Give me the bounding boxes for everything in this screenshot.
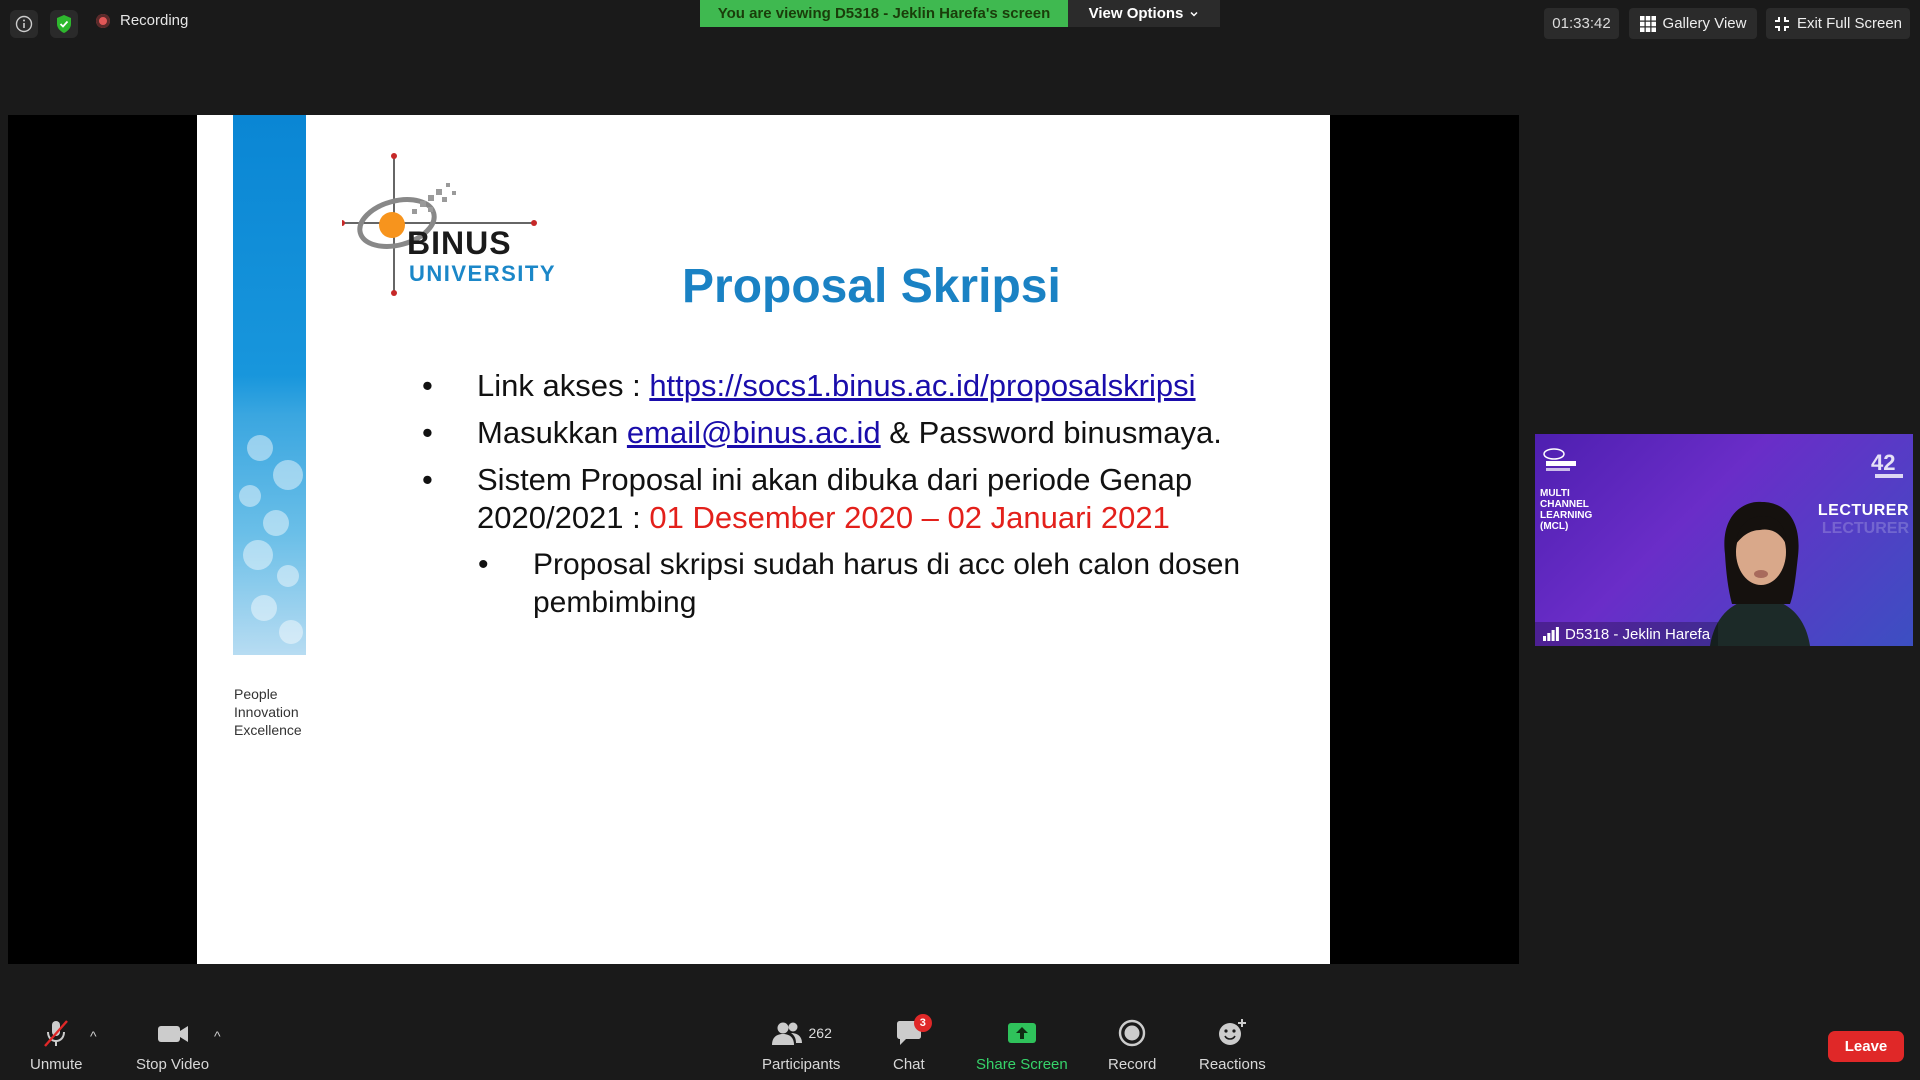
microphone-muted-icon xyxy=(44,1020,69,1047)
participant-video-tile[interactable]: MULTI CHANNEL LEARNING (MCL) 42 LECTURER… xyxy=(1535,434,1913,646)
stop-video-label: Stop Video xyxy=(136,1056,210,1073)
share-screen-label: Share Screen xyxy=(976,1056,1068,1073)
record-icon xyxy=(1118,1019,1146,1047)
bullet-text: & Password binusmaya. xyxy=(880,415,1222,450)
video-camera-icon xyxy=(157,1026,188,1042)
tagline-line: Excellence xyxy=(234,722,302,738)
bullet-text: Link akses : xyxy=(477,368,650,403)
video-options-caret-icon[interactable]: ^ xyxy=(214,1028,221,1044)
participants-icon-row: 262 xyxy=(771,1018,832,1048)
stop-video-button[interactable]: Stop Video xyxy=(136,1018,209,1073)
presentation-slide: BINUS UNIVERSITY People Innovation Excel… xyxy=(197,115,1330,964)
logo-binus-text: BINUS xyxy=(407,225,512,261)
participant-name: D5318 - Jeklin Harefa xyxy=(1565,625,1711,643)
recording-dot-icon xyxy=(96,13,110,28)
proposal-link[interactable]: https://socs1.binus.ac.id/proposalskrips… xyxy=(649,368,1195,403)
chat-button[interactable]: 3 Chat xyxy=(893,1014,932,1073)
lecturer-label: LECTURER xyxy=(1817,502,1909,519)
gallery-view-button[interactable]: Gallery View xyxy=(1629,8,1757,39)
bullet-item: Link akses : https://socs1.binus.ac.id/p… xyxy=(422,367,1302,405)
reactions-label: Reactions xyxy=(1199,1056,1266,1073)
mcl-line: (MCL) xyxy=(1540,521,1569,532)
chat-label: Chat xyxy=(893,1056,925,1073)
mcl-line: CHANNEL xyxy=(1540,499,1589,510)
participant-name-bar: D5318 - Jeklin Harefa xyxy=(1535,622,1719,646)
recording-indicator[interactable]: Recording xyxy=(96,12,188,29)
lecturer-label-shadow: LECTURER xyxy=(1821,520,1909,537)
sub-bullet-item: Proposal skripsi sudah harus di acc oleh… xyxy=(478,546,1302,622)
audio-options-caret-icon[interactable]: ^ xyxy=(90,1028,97,1044)
slide-tagline: People Innovation Excellence xyxy=(234,685,302,739)
slide-decoration-strip xyxy=(233,115,306,655)
security-shield-icon[interactable] xyxy=(50,10,78,38)
mcl-line: LEARNING xyxy=(1540,510,1593,521)
record-label: Record xyxy=(1108,1056,1157,1073)
period-dates: 01 Desember 2020 – 02 Januari 2021 xyxy=(649,500,1170,535)
leave-button[interactable]: Leave xyxy=(1828,1031,1904,1062)
exit-fullscreen-icon xyxy=(1774,16,1789,31)
mcl-line: MULTI xyxy=(1540,488,1570,499)
chat-unread-badge: 3 xyxy=(913,1014,932,1032)
viewing-banner: You are viewing D5318 - Jeklin Harefa's … xyxy=(700,0,1068,27)
tagline-line: Innovation xyxy=(234,704,299,720)
binus-mini-logo-icon xyxy=(1543,448,1576,471)
bullet-text: Masukkan xyxy=(477,415,627,450)
participants-count: 262 xyxy=(808,1025,832,1041)
chat-icon-wrap: 3 xyxy=(894,1014,932,1048)
mcl-label: MULTI CHANNEL LEARNING (MCL) xyxy=(1540,488,1592,532)
record-button[interactable]: Record xyxy=(1108,1018,1156,1073)
signal-strength-icon xyxy=(1543,627,1559,641)
view-options-label: View Options xyxy=(1088,5,1184,22)
share-screen-icon xyxy=(1007,1023,1036,1043)
participants-icon xyxy=(771,1022,802,1045)
exit-full-screen-button[interactable]: Exit Full Screen xyxy=(1766,8,1910,39)
view-options-button[interactable]: View Options xyxy=(1068,0,1220,27)
svg-text:42: 42 xyxy=(1871,450,1895,475)
unmute-label: Unmute xyxy=(30,1056,83,1073)
info-icon[interactable] xyxy=(10,10,38,38)
anniversary-badge-icon: 42 xyxy=(1871,450,1903,478)
recording-label: Recording xyxy=(120,12,189,29)
grid-icon xyxy=(1639,15,1656,32)
smiley-plus-icon xyxy=(1219,1019,1247,1045)
gallery-view-label: Gallery View xyxy=(1662,15,1747,32)
exit-full-screen-label: Exit Full Screen xyxy=(1796,15,1903,32)
unmute-button[interactable]: Unmute xyxy=(30,1018,83,1073)
sub-bullet-text: Proposal skripsi sudah harus di acc oleh… xyxy=(533,548,1241,619)
participants-button[interactable]: 262 Participants xyxy=(762,1018,840,1073)
chevron-down-icon xyxy=(1190,11,1198,17)
bullet-item: Sistem Proposal ini akan dibuka dari per… xyxy=(422,461,1302,537)
share-screen-button[interactable]: Share Screen xyxy=(976,1018,1068,1073)
bullet-item: Masukkan email@binus.ac.id & Password bi… xyxy=(422,414,1302,452)
participants-label: Participants xyxy=(762,1056,841,1073)
slide-bullets: Link akses : https://socs1.binus.ac.id/p… xyxy=(422,367,1302,631)
bottom-toolbar: Unmute ^ Stop Video ^ 262 Participants 3 xyxy=(0,1000,1920,1080)
email-link[interactable]: email@binus.ac.id xyxy=(627,415,881,450)
logo-university-text: UNIVERSITY xyxy=(409,261,557,286)
slide-title: Proposal Skripsi xyxy=(682,260,1061,313)
reactions-button[interactable]: Reactions xyxy=(1199,1018,1266,1073)
meeting-timer: 01:33:42 xyxy=(1544,8,1619,39)
top-bar: Recording You are viewing D5318 - Jeklin… xyxy=(0,0,1920,50)
tagline-line: People xyxy=(234,686,278,702)
